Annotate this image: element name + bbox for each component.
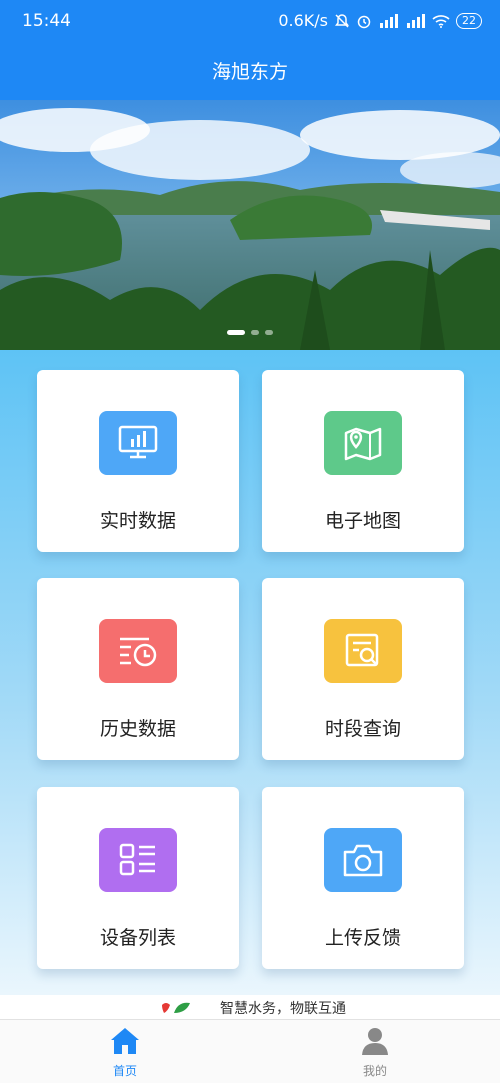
banner-landscape-image	[0, 100, 500, 350]
signal-hd-icon	[378, 13, 400, 28]
wifi-icon	[432, 14, 450, 28]
device-list-icon	[99, 828, 177, 892]
pagination-dot	[227, 330, 245, 335]
battery-indicator: 22	[456, 12, 482, 29]
menu-card-label: 电子地图	[324, 510, 401, 532]
map-pin-icon	[324, 411, 402, 475]
camera-icon	[324, 828, 402, 892]
alarm-icon	[356, 13, 372, 29]
menu-card-electronic-map[interactable]: 电子地图	[262, 370, 464, 552]
tab-label: 我的	[362, 1064, 387, 1078]
menu-card-label: 实时数据	[99, 510, 176, 532]
document-search-icon	[324, 619, 402, 683]
tab-label: 首页	[112, 1064, 137, 1078]
banner-pagination	[0, 330, 500, 335]
page-title: 海旭东方	[211, 61, 288, 83]
tab-mine[interactable]: 我的	[335, 1026, 415, 1079]
mute-icon	[334, 13, 350, 29]
status-bar: 15:44 0.6K/s 22	[0, 0, 500, 44]
status-time: 15:44	[22, 11, 71, 31]
footer-slogan-bar: 智慧水务，物联互通	[0, 995, 500, 1020]
history-clock-icon	[99, 619, 177, 683]
user-icon	[362, 1028, 388, 1055]
menu-card-history-data[interactable]: 历史数据	[37, 578, 239, 760]
bottom-tab-bar: 首页 我的	[0, 1020, 500, 1083]
company-logo	[160, 999, 192, 1021]
network-speed: 0.6K/s	[278, 11, 328, 30]
banner-carousel[interactable]	[0, 100, 500, 350]
app-header: 海旭东方	[0, 44, 500, 100]
tab-home[interactable]: 首页	[85, 1026, 165, 1079]
monitor-chart-icon	[99, 411, 177, 475]
menu-card-period-query[interactable]: 时段查询	[262, 578, 464, 760]
menu-card-label: 时段查询	[324, 718, 401, 740]
pagination-dot	[265, 330, 273, 335]
menu-card-label: 设备列表	[99, 927, 176, 949]
menu-card-label: 历史数据	[99, 718, 176, 740]
slogan-text: 智慧水务，物联互通	[220, 1001, 346, 1017]
signal-icon	[406, 13, 426, 28]
home-icon	[111, 1028, 139, 1054]
menu-card-upload-feedback[interactable]: 上传反馈	[262, 787, 464, 969]
menu-card-device-list[interactable]: 设备列表	[37, 787, 239, 969]
pagination-dot	[251, 330, 259, 335]
menu-card-label: 上传反馈	[324, 927, 401, 949]
menu-card-realtime-data[interactable]: 实时数据	[37, 370, 239, 552]
